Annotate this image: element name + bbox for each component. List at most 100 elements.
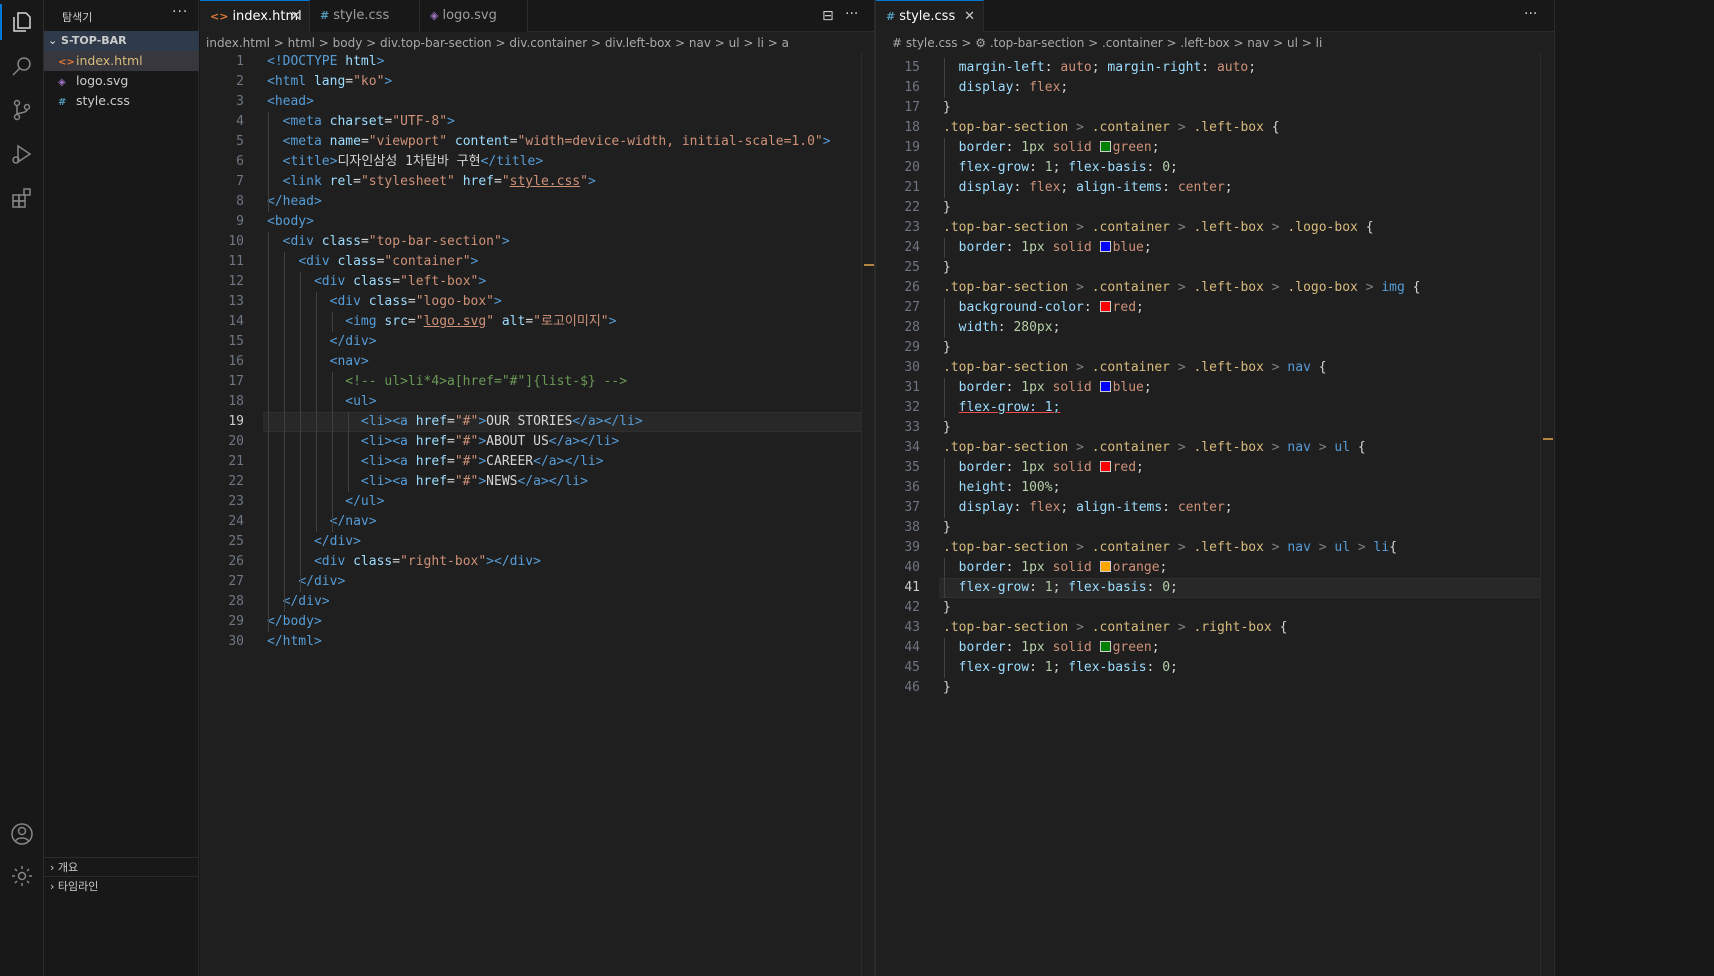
- line-number: 8: [236, 194, 244, 209]
- code-line[interactable]: <body>: [267, 212, 314, 232]
- line-number: 2: [236, 74, 244, 89]
- run-debug-icon[interactable]: [8, 140, 36, 168]
- code-line[interactable]: }: [943, 198, 951, 218]
- code-line[interactable]: <div class="logo-box">: [267, 292, 502, 312]
- code-line[interactable]: .top-bar-section > .container > .left-bo…: [943, 538, 1397, 558]
- split-editor-icon[interactable]: ⊟: [822, 8, 834, 24]
- line-number: 23: [228, 494, 244, 509]
- code-line[interactable]: <div class="container">: [267, 252, 478, 272]
- code-line[interactable]: background-color: red;: [943, 298, 1144, 318]
- right-scrollbar[interactable]: [1540, 52, 1554, 976]
- code-line[interactable]: height: 100%;: [943, 478, 1061, 498]
- close-icon[interactable]: ✕: [964, 1, 975, 33]
- tab-style-css-right[interactable]: # style.css ✕: [876, 0, 984, 32]
- code-line[interactable]: <meta name="viewport" content="width=dev…: [267, 132, 831, 152]
- tab-style-css[interactable]: # style.css: [310, 0, 420, 32]
- code-line[interactable]: }: [943, 518, 951, 538]
- file-item-index-html[interactable]: <> index.html: [44, 51, 199, 71]
- settings-gear-icon[interactable]: [8, 862, 36, 890]
- search-icon[interactable]: [8, 52, 36, 80]
- code-line[interactable]: }: [943, 338, 951, 358]
- source-control-icon[interactable]: [8, 96, 36, 124]
- html-editor[interactable]: 1 <!DOCTYPE html> 2 <html lang="ko"> 3 <head>…: [200, 52, 874, 976]
- code-line[interactable]: flex-grow: 1; flex-basis: 0;: [943, 578, 1178, 598]
- more-actions-icon[interactable]: ···: [172, 4, 188, 20]
- code-line[interactable]: margin-left: auto; margin-right: auto;: [943, 58, 1256, 78]
- code-line[interactable]: flex-grow: 1; flex-basis: 0;: [943, 158, 1178, 178]
- code-line[interactable]: <!DOCTYPE html>: [267, 52, 384, 72]
- file-item-logo-svg[interactable]: ◈ logo.svg: [44, 71, 199, 91]
- code-line[interactable]: <div class="top-bar-section">: [267, 232, 510, 252]
- line-number: 44: [904, 640, 920, 655]
- code-line[interactable]: border: 1px solid green;: [943, 638, 1160, 658]
- code-line[interactable]: }: [943, 98, 951, 118]
- code-line[interactable]: <!-- ul>li*4>a[href="#"]{list-$} -->: [267, 372, 627, 392]
- code-line[interactable]: </body>: [267, 612, 322, 632]
- code-line[interactable]: }: [943, 598, 951, 618]
- indent-guide: [332, 312, 333, 332]
- code-line[interactable]: </html>: [267, 632, 322, 652]
- indent-guide: [944, 298, 945, 338]
- line-number: 16: [228, 354, 244, 369]
- code-line[interactable]: <link rel="stylesheet" href="style.css">: [267, 172, 596, 192]
- code-line[interactable]: display: flex; align-items: center;: [943, 498, 1233, 518]
- code-line[interactable]: .top-bar-section > .container > .left-bo…: [943, 358, 1327, 378]
- tab-logo-svg[interactable]: ◈ logo.svg: [420, 0, 528, 32]
- code-line[interactable]: <li><a href="#">CAREER</a></li>: [267, 452, 604, 472]
- accounts-icon[interactable]: [8, 820, 36, 848]
- code-line[interactable]: display: flex;: [943, 78, 1069, 98]
- tab-index-html[interactable]: <> index.html ✕: [200, 0, 310, 32]
- line-number: 1: [236, 54, 244, 69]
- more-actions-icon[interactable]: ···: [1524, 6, 1537, 22]
- line-number: 15: [904, 60, 920, 75]
- code-line[interactable]: .top-bar-section > .container > .left-bo…: [943, 218, 1374, 238]
- code-line[interactable]: <meta charset="UTF-8">: [267, 112, 455, 132]
- code-line[interactable]: border: 1px solid blue;: [943, 378, 1152, 398]
- code-line[interactable]: <title>디자인삼성 1차탑바 구현</title>: [267, 152, 544, 172]
- line-number: 16: [904, 80, 920, 95]
- code-line[interactable]: border: 1px solid green;: [943, 138, 1160, 158]
- workspace-folder[interactable]: ⌄ S-TOP-BAR: [44, 31, 199, 51]
- code-line[interactable]: display: flex; align-items: center;: [943, 178, 1233, 198]
- line-number: 7: [236, 174, 244, 189]
- code-line[interactable]: <li><a href="#">ABOUT US</a></li>: [267, 432, 619, 452]
- code-line[interactable]: }: [943, 418, 951, 438]
- code-line[interactable]: </head>: [267, 192, 322, 212]
- indent-guide: [348, 412, 349, 492]
- extensions-icon[interactable]: [8, 184, 36, 212]
- code-line[interactable]: border: 1px solid orange;: [943, 558, 1168, 578]
- close-icon[interactable]: ✕: [290, 1, 301, 33]
- code-line[interactable]: </div>: [267, 592, 330, 612]
- explorer-icon[interactable]: [0, 4, 36, 40]
- code-line[interactable]: </div>: [267, 572, 345, 592]
- code-line[interactable]: <nav>: [267, 352, 369, 372]
- code-line[interactable]: <html lang="ko">: [267, 72, 392, 92]
- code-line[interactable]: .top-bar-section > .container > .right-b…: [943, 618, 1287, 638]
- line-number: 9: [236, 214, 244, 229]
- more-actions-icon[interactable]: ···: [845, 6, 858, 22]
- code-line[interactable]: width: 280px;: [943, 318, 1061, 338]
- code-line[interactable]: <div class="right-box"></div>: [267, 552, 541, 572]
- timeline-section[interactable]: › 타임라인: [44, 876, 199, 895]
- left-scrollbar[interactable]: [861, 52, 874, 976]
- code-line[interactable]: flex-grow: 1; flex-basis: 0;: [943, 658, 1178, 678]
- code-line[interactable]: border: 1px solid blue;: [943, 238, 1152, 258]
- code-line[interactable]: .top-bar-section > .container > .left-bo…: [943, 278, 1421, 298]
- outline-section[interactable]: › 개요: [44, 857, 199, 876]
- code-line[interactable]: .top-bar-section > .container > .left-bo…: [943, 118, 1280, 138]
- code-line[interactable]: <li><a href="#">OUR STORIES</a></li>: [267, 412, 643, 432]
- code-line[interactable]: flex-grow: 1;: [943, 398, 1061, 418]
- code-line[interactable]: .top-bar-section > .container > .left-bo…: [943, 438, 1366, 458]
- html-file-icon: <>: [210, 10, 229, 23]
- code-line[interactable]: <head>: [267, 92, 314, 112]
- file-item-style-css[interactable]: # style.css: [44, 91, 199, 111]
- code-line[interactable]: }: [943, 678, 951, 698]
- code-line[interactable]: }: [943, 258, 951, 278]
- line-number: 29: [228, 614, 244, 629]
- breadcrumb[interactable]: index.html > html > body > div.top-bar-s…: [200, 32, 874, 54]
- code-line[interactable]: </div>: [267, 532, 361, 552]
- line-number: 24: [904, 240, 920, 255]
- css-editor[interactable]: 15 margin-left: auto; margin-right: auto…: [876, 52, 1540, 976]
- code-line[interactable]: <img src="logo.svg" alt="로고이미지">: [267, 312, 616, 332]
- code-line[interactable]: border: 1px solid red;: [943, 458, 1144, 478]
